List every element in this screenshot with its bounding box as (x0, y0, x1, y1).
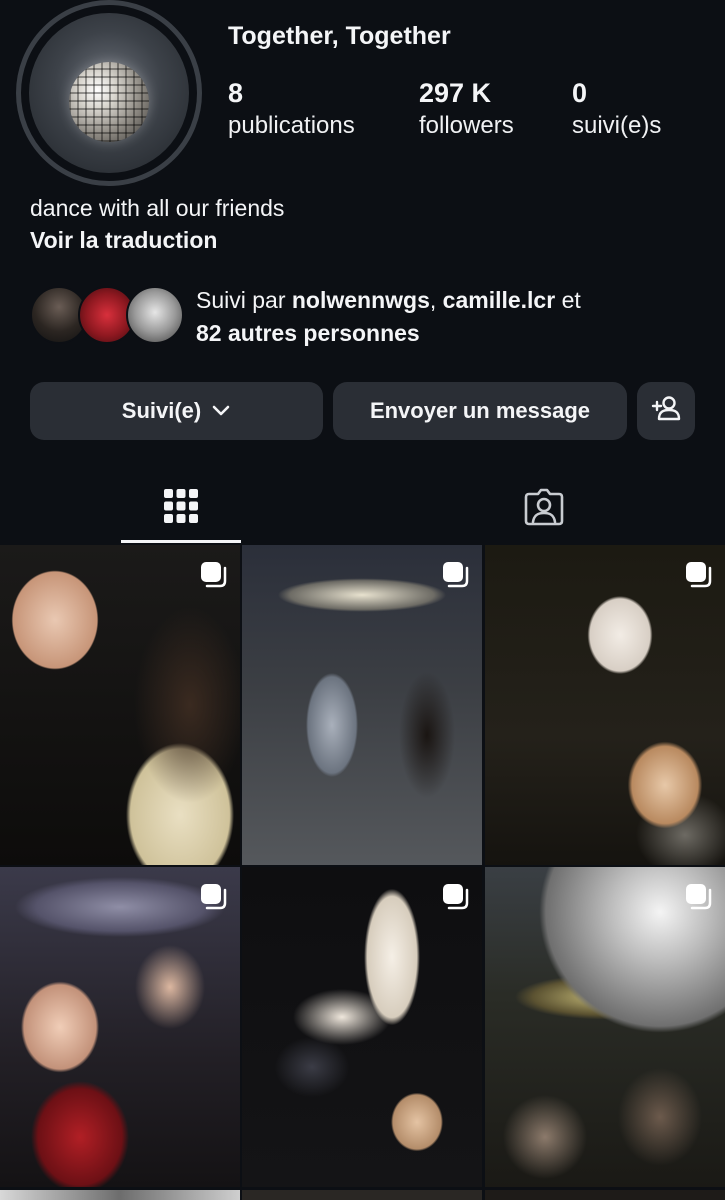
followed-by-others[interactable]: 82 autres personnes (196, 320, 420, 346)
translate-link[interactable]: Voir la traduction (30, 224, 217, 256)
chevron-down-icon (211, 404, 231, 418)
followers-count: 297 K (419, 78, 492, 108)
post-thumbnail[interactable] (485, 1190, 725, 1200)
post-thumbnail[interactable] (242, 545, 482, 865)
following-label: suivi(e)s (572, 112, 662, 139)
stat-followers[interactable]: 297 K followers (419, 77, 514, 143)
grid-icon (164, 488, 198, 528)
avatar-image (29, 13, 189, 173)
disco-ball-image (69, 62, 149, 142)
carousel-icon (683, 559, 713, 594)
followed-by-text[interactable]: Suivi par nolwennwgs, camille.lcr et 82 a… (196, 284, 706, 350)
followed-by-user[interactable]: camille.lcr (443, 287, 556, 313)
mutual-avatar (126, 286, 184, 344)
post-thumbnail[interactable] (242, 1190, 482, 1200)
post-thumbnail[interactable] (0, 867, 240, 1187)
add-person-icon (651, 395, 681, 427)
followed-by-prefix: Suivi par (196, 287, 292, 313)
active-tab-indicator (121, 540, 241, 543)
carousel-icon (440, 559, 470, 594)
tab-posts-grid[interactable] (121, 478, 241, 538)
next-row-preview (0, 1190, 725, 1200)
post-thumbnail[interactable] (485, 867, 725, 1187)
tab-tagged[interactable] (484, 478, 604, 538)
followed-by-user[interactable]: nolwennwgs (292, 287, 430, 313)
carousel-icon (683, 881, 713, 916)
following-button[interactable]: Suivi(e) (30, 382, 323, 440)
following-count: 0 (572, 78, 588, 108)
tagged-icon (523, 485, 565, 532)
stat-posts[interactable]: 8 publications (228, 77, 355, 143)
following-button-label: Suivi(e) (121, 398, 202, 423)
post-thumbnail[interactable] (242, 867, 482, 1187)
posts-label: publications (228, 112, 355, 139)
mutual-followers-avatars[interactable] (30, 286, 190, 346)
posts-count: 8 (228, 78, 244, 108)
followed-by-connector: et (555, 287, 581, 313)
profile-avatar[interactable] (16, 0, 202, 186)
suggested-users-button[interactable] (637, 382, 695, 440)
message-button-label: Envoyer un message (369, 398, 591, 423)
carousel-icon (440, 881, 470, 916)
profile-display-name: Together, Together (228, 22, 451, 50)
message-button[interactable]: Envoyer un message (333, 382, 627, 440)
followed-by-separator: , (429, 287, 443, 313)
carousel-icon (198, 559, 228, 594)
post-thumbnail[interactable] (485, 545, 725, 865)
post-thumbnail[interactable] (0, 1190, 240, 1200)
followers-label: followers (419, 112, 514, 139)
post-thumbnail[interactable] (0, 545, 240, 865)
profile-bio: dance with all our friends (30, 195, 285, 221)
stat-following[interactable]: 0 suivi(e)s (572, 77, 661, 143)
carousel-icon (198, 881, 228, 916)
profile-page: Together, Together 8 publications 297 K … (0, 0, 725, 1200)
